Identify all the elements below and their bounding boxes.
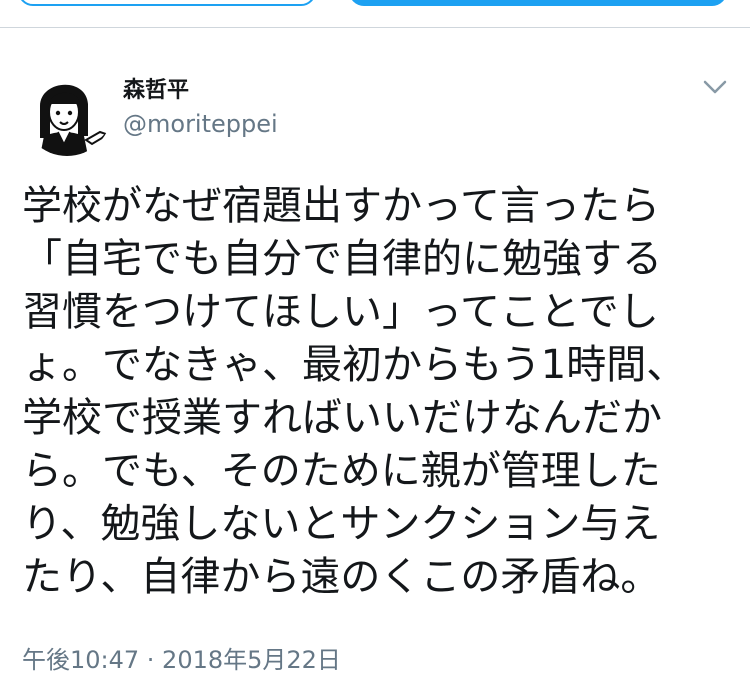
outline-button[interactable] bbox=[18, 0, 316, 6]
chevron-down-icon[interactable] bbox=[700, 75, 730, 99]
tweet-text: 学校がなぜ宿題出すかって言ったら 「自宅でも自分で自律的に勉強する 習慣をつけて… bbox=[22, 183, 687, 600]
author-display-name[interactable]: 森哲平 bbox=[123, 72, 189, 104]
top-action-bar bbox=[0, 0, 750, 28]
cartoon-avatar-icon bbox=[40, 84, 108, 156]
tweet-timestamp[interactable]: 午後10:47 · 2018年5月22日 bbox=[22, 640, 341, 675]
author-handle[interactable]: @moriteppei bbox=[123, 110, 278, 138]
divider bbox=[0, 27, 750, 28]
primary-button[interactable] bbox=[349, 0, 727, 6]
avatar[interactable] bbox=[22, 66, 112, 156]
